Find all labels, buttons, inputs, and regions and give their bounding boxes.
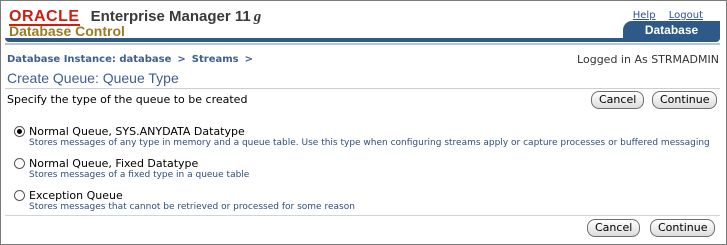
option-fixed-datatype-queue[interactable]: Normal Queue, Fixed Datatype Stores mess…: [14, 157, 710, 181]
option-description: Stores messages of any type in memory an…: [29, 138, 710, 148]
option-description: Stores messages that cannot be retrieved…: [29, 202, 355, 212]
page-instructions: Specify the type of the queue to be crea…: [7, 93, 248, 106]
cancel-button[interactable]: Cancel: [591, 91, 645, 109]
radio-fixed-datatype-queue[interactable]: [14, 158, 25, 169]
breadcrumb-streams[interactable]: Streams: [192, 54, 239, 65]
tab-database[interactable]: Database: [623, 21, 720, 39]
breadcrumb-separator: >: [244, 54, 254, 65]
option-anydata-queue[interactable]: Normal Queue, SYS.ANYDATA Datatype Store…: [14, 125, 710, 149]
global-links: Help Logout: [623, 10, 703, 21]
radio-exception-queue[interactable]: [14, 190, 25, 201]
header-bar: [5, 38, 720, 42]
breadcrumb-separator: >: [177, 54, 186, 65]
option-label: Exception Queue: [29, 189, 123, 202]
breadcrumb: Database Instance: database > Streams >: [7, 54, 259, 65]
option-description: Stores messages of a fixed type in a que…: [29, 170, 250, 180]
product-subtitle: Database Control: [9, 23, 125, 39]
header-divider: [5, 43, 720, 45]
continue-button[interactable]: Continue: [652, 91, 718, 109]
radio-anydata-queue[interactable]: [14, 126, 25, 137]
queue-type-options: Normal Queue, SYS.ANYDATA Datatype Store…: [14, 125, 710, 221]
option-label: Normal Queue, Fixed Datatype: [29, 157, 199, 170]
breadcrumb-database-instance[interactable]: Database Instance: database: [7, 54, 171, 65]
logged-in-status: Logged in As STRMADMIN: [577, 53, 719, 66]
title-divider: [5, 88, 720, 89]
bottom-divider: [5, 215, 720, 216]
option-exception-queue[interactable]: Exception Queue Stores messages that can…: [14, 189, 710, 213]
option-label: Normal Queue, SYS.ANYDATA Datatype: [29, 125, 245, 138]
continue-button-bottom[interactable]: Continue: [650, 219, 716, 237]
logout-link[interactable]: Logout: [669, 10, 703, 21]
product-version: g: [253, 9, 262, 25]
cancel-button-bottom[interactable]: Cancel: [587, 219, 641, 237]
help-link[interactable]: Help: [633, 10, 656, 21]
page-title: Create Queue: Queue Type: [7, 70, 179, 86]
